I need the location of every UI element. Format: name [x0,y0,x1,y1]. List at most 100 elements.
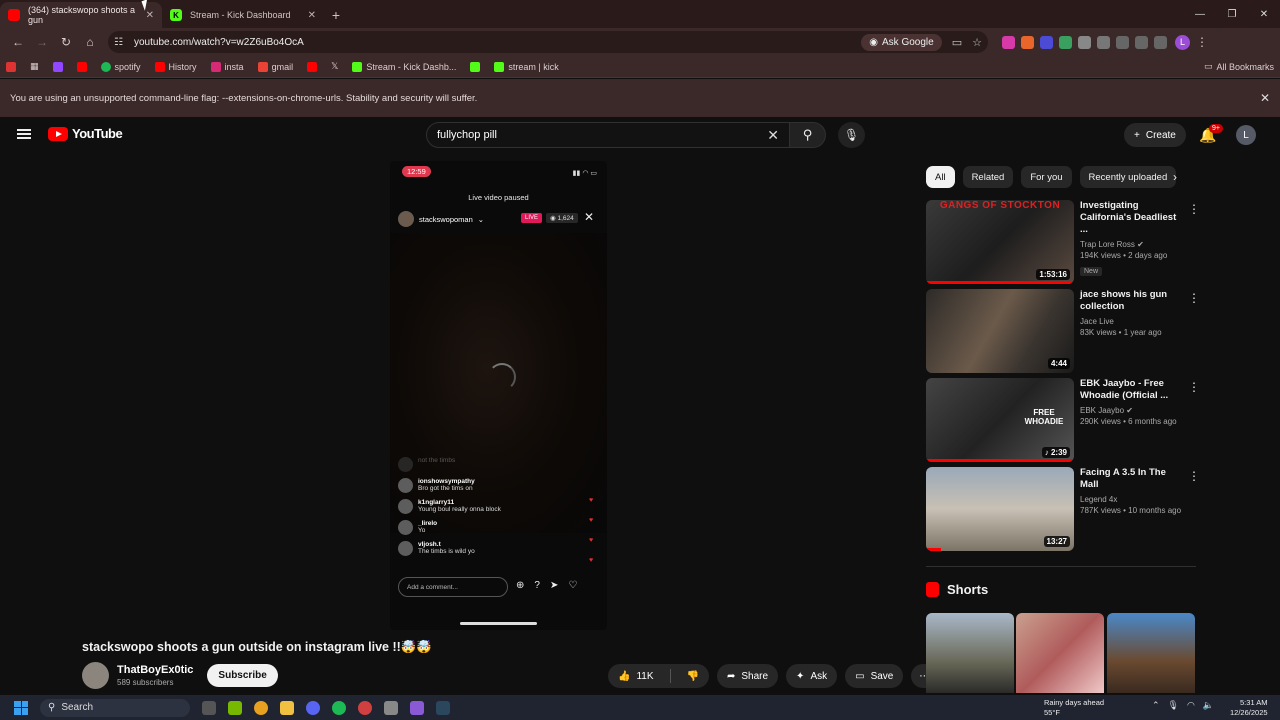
like-button[interactable]: 👍 11K [608,664,664,688]
windows-start-icon[interactable] [14,700,28,715]
profile-avatar[interactable]: L [1175,34,1190,50]
back-icon[interactable]: ← [6,30,30,54]
weather-widget[interactable]: Rainy days ahead 55°F [1044,698,1104,718]
spotify-icon[interactable] [332,700,346,715]
bookmark-insta[interactable]: insta [210,61,244,72]
short-thumbnail[interactable] [1107,613,1195,693]
minimize-icon[interactable]: — [1184,9,1216,20]
menu-kebab-icon[interactable]: ⋮ [1190,30,1214,54]
tab-youtube[interactable]: (364) stackswopo shoots a gun ✕ [0,2,162,28]
close-icon[interactable]: ✕ [1260,91,1270,105]
site-info-icon[interactable]: ☷ [114,37,128,48]
video-title[interactable]: jace shows his gun collection [1080,289,1184,313]
chevron-right-icon[interactable]: › [1173,170,1177,184]
recommendation-item[interactable]: FREE WHOADIE ♪ 2:39 EBK Jaaybo - Free Wh… [926,378,1200,464]
channel-name[interactable]: ThatBoyEx0tic [117,664,193,676]
volume-icon[interactable]: 🔈 [1203,700,1214,711]
chip-recently-uploaded[interactable]: Recently uploaded [1079,166,1177,188]
extension-icon[interactable] [1002,35,1015,49]
tab-search-icon[interactable] [1154,35,1167,49]
forward-icon[interactable]: → [30,30,54,54]
video-title[interactable]: EBK Jaaybo - Free Whoadie (Official ... [1080,378,1184,402]
ask-button[interactable]: ✦ Ask [786,664,838,688]
subscribe-button[interactable]: Subscribe [207,664,278,687]
ask-google-button[interactable]: ◉ Ask Google [861,33,942,51]
extension-icon[interactable] [1078,35,1091,49]
bookmark-history[interactable]: History [154,61,197,72]
bookmark-kick-dashboard[interactable]: Stream - Kick Dashb... [352,61,456,72]
voice-search-button[interactable]: 🎙 [838,122,865,148]
recommendation-item[interactable]: GANGS OF STOCKTON 1:53:16 Investigating … [926,200,1200,286]
tab-close-icon[interactable]: ✕ [308,10,316,21]
bookmark-gmail[interactable]: gmail [257,61,293,72]
chip-for-you[interactable]: For you [1021,166,1072,188]
settings-gear-icon[interactable] [384,700,398,715]
wifi-icon[interactable]: ◠ [1187,700,1195,711]
extension-icon[interactable] [1021,35,1034,49]
bookmark-kick[interactable] [470,61,481,72]
video-title[interactable]: Investigating California's Deadliest ... [1080,200,1184,236]
recommendation-item[interactable]: 13:27 Facing A 3.5 In The Mall Legend 4x… [926,467,1200,553]
video-title[interactable]: Facing A 3.5 In The Mall [1080,467,1184,491]
more-icon[interactable]: ⋮ [1188,380,1200,394]
dislike-button[interactable]: 👎 [677,664,709,688]
bookmark-twitch[interactable] [52,61,63,72]
extension-icon[interactable] [1040,35,1053,49]
bookmark-x[interactable]: 𝕏 [331,61,338,72]
video-player[interactable]: 12:59 ▮▮ ◠ ▭ Live video paused stackswop… [390,161,607,630]
short-thumbnail[interactable] [926,613,1014,693]
share-button[interactable]: ➦ Share [716,664,779,688]
extension-icon[interactable] [1059,35,1072,49]
taskbar-clock[interactable]: 5:31 AM 12/26/2025 [1230,698,1268,718]
more-icon[interactable]: ⋮ [1188,291,1200,305]
search-button[interactable]: ⚲ [790,122,826,148]
video-thumbnail[interactable]: 13:27 [926,467,1074,551]
recommendation-item[interactable]: 4:44 jace shows his gun collection Jace … [926,289,1200,375]
create-button[interactable]: + Create [1124,123,1186,147]
bookmark-red[interactable] [6,61,16,72]
search-input[interactable]: fullychop pill ✕ [426,122,790,148]
media-icon[interactable] [1135,35,1148,49]
chip-related[interactable]: Related [962,166,1014,188]
youtube-logo[interactable]: YouTube [48,126,123,141]
window-close-icon[interactable]: ✕ [1248,9,1280,20]
bookmark-stream-kick[interactable]: stream | kick [494,61,559,72]
puzzle-icon[interactable] [1097,35,1110,49]
taskbar-search[interactable]: ⚲ Search [40,698,190,717]
video-thumbnail[interactable]: 4:44 [926,289,1074,373]
task-view-icon[interactable] [202,700,216,715]
account-avatar[interactable]: L [1236,125,1256,145]
app-icon[interactable] [358,700,372,715]
address-bar[interactable]: ☷ youtube.com/watch?v=w2Z6uBo4OcA ◉ Ask G… [108,31,988,53]
chevron-up-icon[interactable]: ⌃ [1152,700,1160,711]
channel-avatar[interactable] [82,662,109,689]
tab-close-icon[interactable]: ✕ [146,10,154,21]
more-icon[interactable]: ⋮ [1188,202,1200,216]
file-explorer-icon[interactable] [280,700,294,715]
steam-icon[interactable] [436,700,450,715]
hamburger-menu-icon[interactable] [17,129,31,139]
bookmark-youtube-2[interactable] [307,61,318,72]
bookmark-star-icon[interactable]: ☆ [972,36,982,49]
nvidia-icon[interactable] [228,700,242,715]
apps-grid[interactable]: ▦ [30,61,39,72]
bookmark-spotify[interactable]: spotify [100,61,141,72]
chip-all[interactable]: All [926,166,955,188]
gamepad-icon[interactable] [410,700,424,715]
cast-icon[interactable]: ▭ [952,36,962,49]
clear-icon[interactable]: ✕ [767,127,779,144]
short-thumbnail[interactable] [1016,613,1104,693]
restore-icon[interactable]: ❐ [1216,9,1248,20]
tab-kick-dashboard[interactable]: K Stream - Kick Dashboard ✕ [162,2,324,28]
save-button[interactable]: ▭ Save [845,664,904,688]
mic-icon[interactable]: 🎙 [1168,700,1179,711]
video-thumbnail[interactable]: GANGS OF STOCKTON 1:53:16 [926,200,1074,284]
discord-icon[interactable] [306,700,320,715]
video-thumbnail[interactable]: FREE WHOADIE ♪ 2:39 [926,378,1074,462]
new-tab-button[interactable]: + [324,2,348,28]
reading-list-icon[interactable] [1116,35,1129,49]
home-icon[interactable]: ⌂ [78,30,102,54]
reload-icon[interactable]: ↻ [54,30,78,54]
bookmark-youtube[interactable] [76,61,87,72]
chrome-icon[interactable] [254,700,268,715]
